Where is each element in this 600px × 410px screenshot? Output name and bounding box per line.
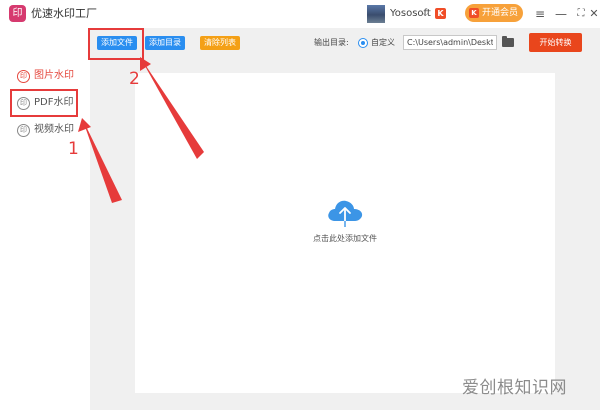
avatar[interactable] [367, 5, 385, 23]
open-membership-label: 开通会员 [482, 8, 519, 18]
folder-icon[interactable] [502, 36, 514, 47]
title-bar: 印 优速水印工厂 Yososoft ⌵ K K 开通会员 ≡ — ⛶ ✕ [0, 0, 600, 28]
custom-radio[interactable] [358, 38, 368, 48]
dropzone-hint: 点击此处添加文件 [313, 234, 377, 243]
sidebar-item-video-watermark[interactable]: 印 视频水印 [17, 122, 74, 138]
custom-radio-label[interactable]: 自定义 [371, 37, 395, 49]
clear-list-button[interactable]: 清除列表 [200, 36, 240, 50]
main-panel: 添加文件 添加目录 清除列表 输出目录: 自定义 开始转换 点击此处添加文件 [90, 28, 600, 410]
sidebar: 印 图片水印 印 PDF水印 印 视频水印 [0, 28, 90, 410]
chevron-down-icon[interactable]: ⌵ [422, 7, 429, 21]
sidebar-item-label: 视频水印 [34, 124, 74, 135]
app-title: 优速水印工厂 [31, 7, 97, 20]
maximize-icon[interactable]: ⛶ [573, 6, 589, 22]
open-membership-button[interactable]: K 开通会员 [465, 4, 523, 22]
site-watermark: 爱创根知识网 [462, 378, 567, 398]
output-dir-label: 输出目录: [314, 38, 349, 47]
sidebar-item-image-watermark[interactable]: 印 图片水印 [17, 68, 74, 84]
vip-badge-icon: K [435, 8, 446, 19]
sidebar-item-label: 图片水印 [34, 70, 74, 81]
add-file-highlight-box [88, 28, 144, 60]
app-logo-icon: 印 [9, 5, 26, 22]
crown-icon: K [469, 8, 479, 18]
output-path-input[interactable] [403, 35, 497, 50]
add-folder-button[interactable]: 添加目录 [145, 36, 185, 50]
stamp-icon: 印 [17, 123, 30, 137]
pdf-watermark-highlight-box [10, 89, 78, 117]
file-dropzone[interactable]: 点击此处添加文件 [135, 73, 555, 393]
stamp-icon: 印 [17, 69, 30, 83]
minimize-icon[interactable]: — [553, 6, 569, 22]
step-number-2: 2 [129, 69, 140, 89]
start-convert-button[interactable]: 开始转换 [529, 33, 582, 52]
close-icon[interactable]: ✕ [588, 6, 600, 22]
menu-icon[interactable]: ≡ [532, 6, 548, 22]
step-number-1: 1 [68, 139, 79, 159]
cloud-upload-icon[interactable] [325, 197, 365, 227]
